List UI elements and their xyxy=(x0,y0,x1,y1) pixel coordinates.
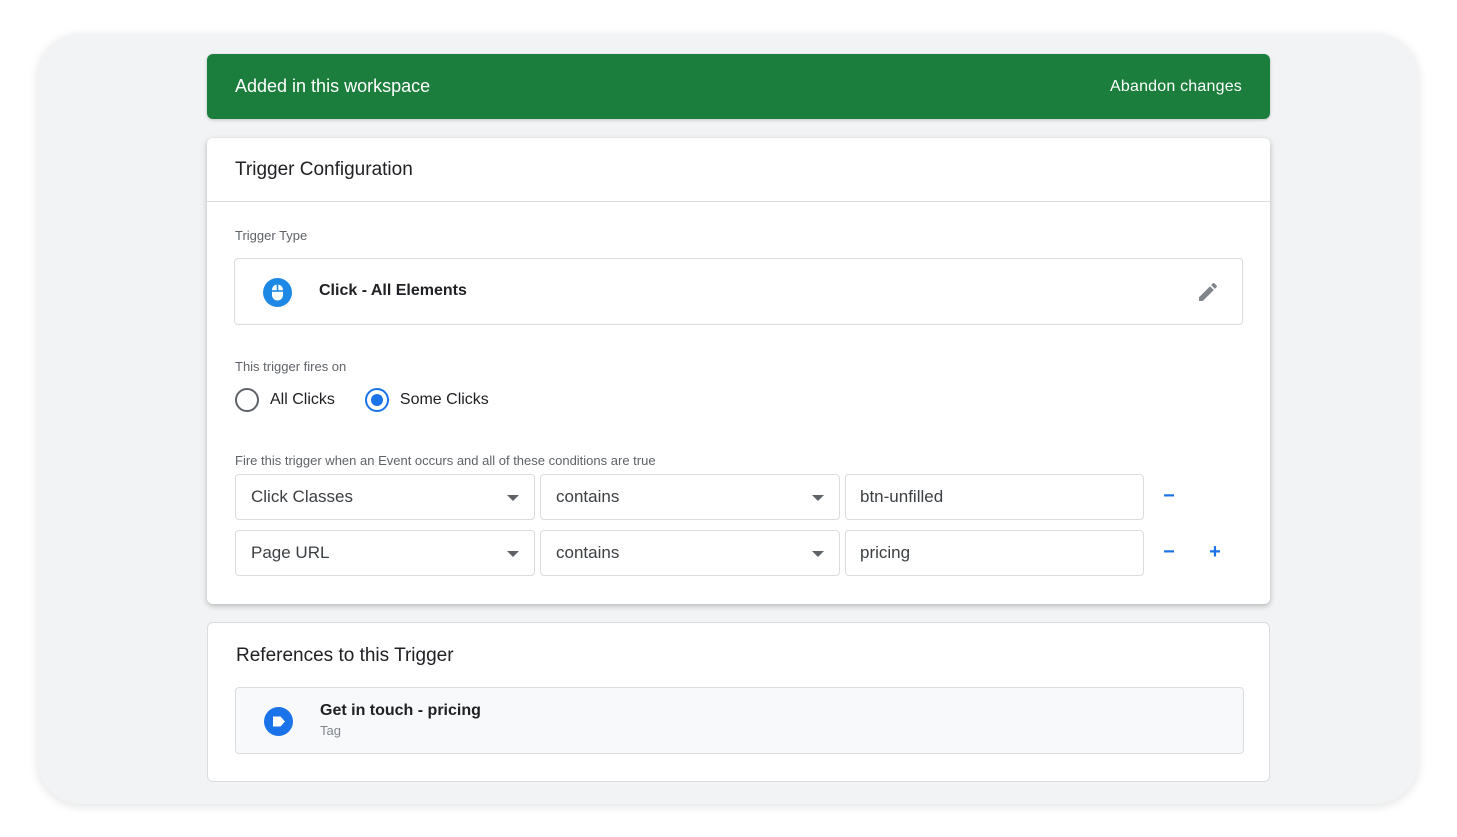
radio-all-clicks[interactable]: All Clicks xyxy=(235,388,335,412)
workspace-banner: Added in this workspace Abandon changes xyxy=(207,54,1270,119)
radio-checked-icon xyxy=(364,388,389,412)
conditions-label: Fire this trigger when an Event occurs a… xyxy=(235,453,656,468)
radio-label: All Clicks xyxy=(270,391,335,408)
value-input[interactable]: pricing xyxy=(845,530,1144,576)
remove-condition-button[interactable]: − xyxy=(1154,537,1184,567)
value-input[interactable]: btn-unfilled xyxy=(845,474,1144,520)
references-card: References to this Trigger Get in touch … xyxy=(207,622,1270,782)
trigger-type-label: Trigger Type xyxy=(235,228,308,243)
mouse-icon xyxy=(263,278,292,307)
add-condition-button[interactable]: + xyxy=(1200,537,1230,567)
reference-item[interactable]: Get in touch - pricing Tag xyxy=(235,687,1244,754)
operator-select[interactable]: contains xyxy=(540,530,840,576)
radio-unchecked-icon xyxy=(235,388,259,412)
trigger-configuration-card: Trigger Configuration Trigger Type Click… xyxy=(207,138,1270,604)
radio-label: Some Clicks xyxy=(399,391,489,408)
banner-title: Added in this workspace xyxy=(235,76,431,96)
remove-condition-button[interactable]: − xyxy=(1154,481,1184,511)
variable-select[interactable]: Click Classes xyxy=(235,474,535,520)
reference-name: Get in touch - pricing xyxy=(320,702,481,719)
tag-icon xyxy=(264,707,293,736)
pencil-icon[interactable] xyxy=(1196,280,1220,304)
fires-on-radio-group: All Clicks Some Clicks xyxy=(235,388,519,412)
reference-type: Tag xyxy=(320,723,341,738)
abandon-changes-button[interactable]: Abandon changes xyxy=(1110,78,1242,96)
references-title: References to this Trigger xyxy=(236,645,454,666)
variable-select[interactable]: Page URL xyxy=(235,530,535,576)
card-title: Trigger Configuration xyxy=(207,138,1270,202)
operator-select[interactable]: contains xyxy=(540,474,840,520)
radio-some-clicks[interactable]: Some Clicks xyxy=(364,388,489,412)
trigger-type-name: Click - All Elements xyxy=(319,282,467,299)
trigger-type-selector[interactable]: Click - All Elements xyxy=(234,258,1243,325)
fires-on-label: This trigger fires on xyxy=(235,359,347,374)
